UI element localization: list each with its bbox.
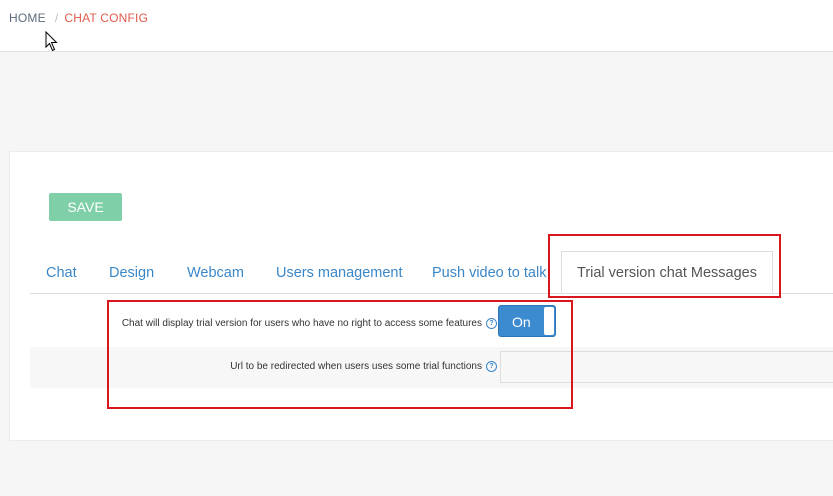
tab-push-video-to-talk[interactable]: Push video to talk — [432, 265, 546, 281]
highlight-box-form — [107, 300, 573, 409]
tab-users-management[interactable]: Users management — [276, 265, 403, 281]
save-button[interactable]: SAVE — [49, 193, 122, 221]
breadcrumb-home-link[interactable]: HOME — [9, 11, 46, 25]
highlight-box-tab — [548, 234, 781, 298]
breadcrumb-current: CHAT CONFIG — [64, 11, 149, 25]
tab-design[interactable]: Design — [109, 265, 154, 281]
tab-chat[interactable]: Chat — [46, 265, 77, 281]
tab-webcam[interactable]: Webcam — [187, 265, 244, 281]
top-bar: HOME / CHAT CONFIG — [0, 0, 833, 52]
breadcrumb: HOME / CHAT CONFIG — [9, 11, 148, 25]
mouse-cursor-icon — [45, 31, 58, 52]
breadcrumb-separator: / — [54, 11, 59, 25]
